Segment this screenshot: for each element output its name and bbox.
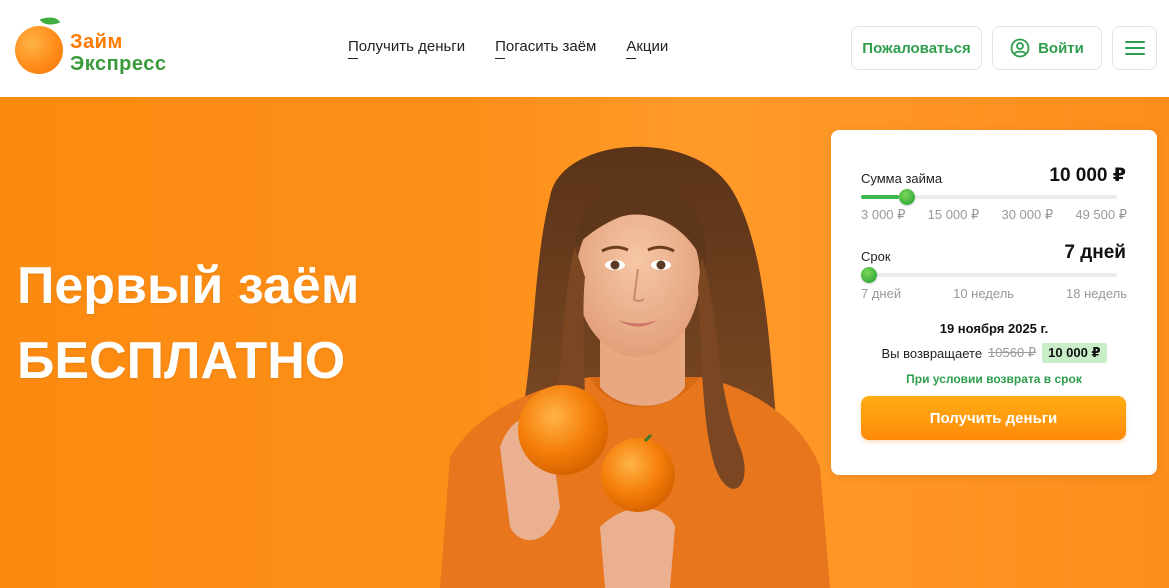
amount-label: Сумма займа bbox=[861, 171, 943, 186]
term-tick: 18 недель bbox=[1066, 286, 1127, 301]
old-price: 10560 ₽ bbox=[988, 345, 1037, 360]
term-ticks: 7 дней 10 недель 18 недель bbox=[861, 286, 1127, 301]
hero-title-line2: БЕСПЛАТНО bbox=[17, 332, 346, 390]
complain-button[interactable]: Пожаловаться bbox=[851, 26, 982, 70]
term-slider-thumb[interactable] bbox=[861, 267, 877, 283]
return-summary: Вы возвращаете 10560 ₽ 10 000 ₽ bbox=[831, 343, 1157, 363]
amount-slider[interactable] bbox=[861, 189, 1117, 205]
get-money-button[interactable]: Получить деньги bbox=[861, 396, 1126, 440]
hero-banner: Первый заём БЕСПЛАТНО Сумма займа 10 000… bbox=[0, 97, 1169, 588]
nav-repay-loan[interactable]: Погасить заём bbox=[495, 38, 596, 59]
woman-with-oranges-image bbox=[440, 146, 830, 588]
amount-tick: 49 500 ₽ bbox=[1075, 207, 1127, 222]
logo-text-line1: Займ bbox=[70, 31, 123, 53]
amount-tick: 30 000 ₽ bbox=[1001, 207, 1054, 222]
amount-slider-fill bbox=[861, 195, 900, 199]
user-circle-icon bbox=[1010, 38, 1030, 58]
login-label: Войти bbox=[1038, 39, 1084, 57]
term-slider[interactable] bbox=[861, 267, 1117, 283]
login-button[interactable]: Войти bbox=[992, 26, 1102, 70]
site-header: Займ Экспресс Получить деньги Погасить з… bbox=[0, 0, 1169, 97]
main-nav: Получить деньги Погасить заём Акции bbox=[348, 38, 668, 59]
menu-button[interactable] bbox=[1112, 26, 1157, 70]
nav-get-money[interactable]: Получить деньги bbox=[348, 38, 465, 59]
amount-ticks: 3 000 ₽ 15 000 ₽ 30 000 ₽ 49 500 ₽ bbox=[861, 207, 1127, 223]
new-price-badge: 10 000 ₽ bbox=[1042, 343, 1107, 363]
return-date: 19 ноября 2025 г. bbox=[939, 321, 1049, 336]
term-tick: 10 недель bbox=[953, 286, 1015, 301]
nav-promotions[interactable]: Акции bbox=[626, 38, 668, 59]
term-tick: 7 дней bbox=[861, 286, 902, 301]
term-value: 7 дней bbox=[1064, 242, 1126, 263]
amount-tick: 15 000 ₽ bbox=[927, 207, 980, 222]
orange-logo-icon bbox=[15, 26, 63, 74]
amount-slider-thumb[interactable] bbox=[899, 189, 916, 205]
loan-calculator-card: Сумма займа 10 000 ₽ 3 000 ₽ 15 000 ₽ 30… bbox=[831, 130, 1157, 475]
logo[interactable]: Займ Экспресс bbox=[15, 13, 195, 76]
hero-title: Первый заём БЕСПЛАТНО bbox=[17, 249, 359, 399]
amount-tick: 3 000 ₽ bbox=[861, 207, 906, 222]
hamburger-icon bbox=[1124, 41, 1145, 55]
return-condition: При условии возврата в срок bbox=[906, 372, 1082, 386]
hero-title-line1: Первый заём bbox=[17, 257, 360, 315]
amount-value: 10 000 ₽ bbox=[1049, 165, 1126, 186]
return-label: Вы возвращаете bbox=[881, 345, 983, 361]
term-label: Срок bbox=[861, 249, 891, 264]
logo-text-line2: Экспресс bbox=[70, 53, 167, 75]
